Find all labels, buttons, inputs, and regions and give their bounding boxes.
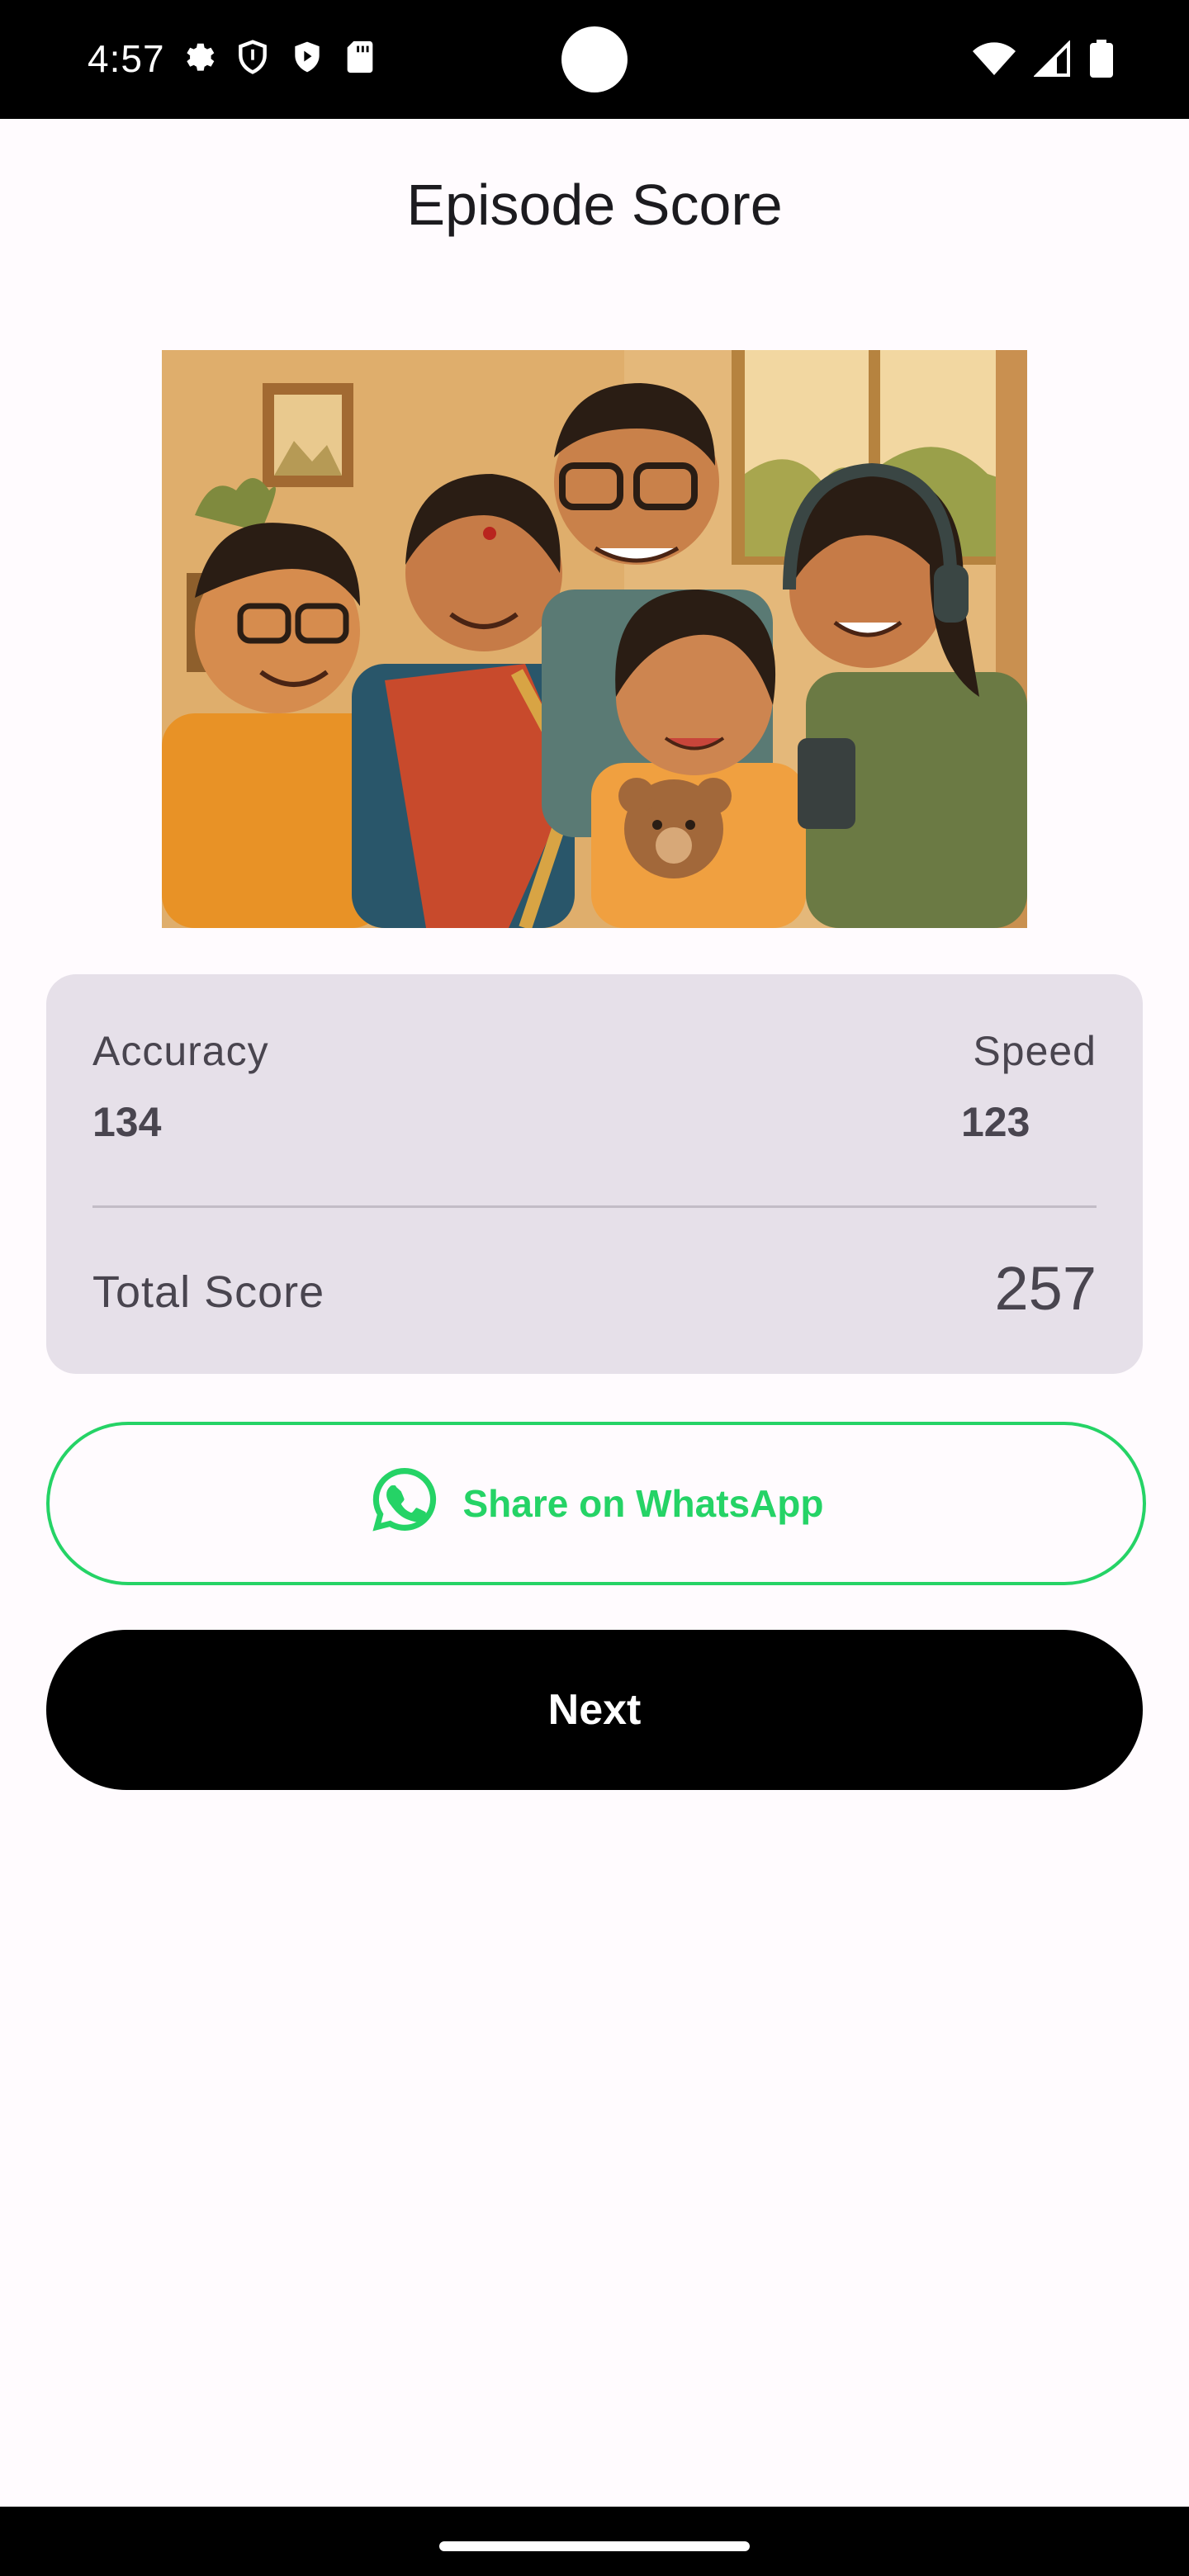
sd-card-icon xyxy=(343,38,377,76)
status-bar: 4:57 xyxy=(0,0,1189,119)
wifi-icon xyxy=(973,40,1016,81)
accuracy-value: 134 xyxy=(92,1099,162,1145)
page-title: Episode Score xyxy=(406,173,783,237)
speed-label: Speed xyxy=(973,1028,1097,1074)
accuracy-label: Accuracy xyxy=(92,1028,269,1074)
share-whatsapp-button[interactable]: Share on WhatsApp xyxy=(46,1422,1146,1585)
camera-cutout xyxy=(561,26,628,92)
next-button[interactable]: Next xyxy=(46,1630,1143,1790)
navigation-bar xyxy=(0,2507,1189,2576)
gear-icon xyxy=(178,38,216,76)
status-icons-left xyxy=(178,38,377,76)
speed-value: 123 xyxy=(961,1099,1030,1145)
shield-icon xyxy=(234,38,271,76)
battery-icon xyxy=(1090,40,1113,82)
status-time: 4:57 xyxy=(88,37,165,80)
score-card: Accuracy 134 Speed 123 Total Score 257 xyxy=(46,974,1143,1374)
home-gesture-handle[interactable] xyxy=(439,2541,750,2551)
total-score-value: 257 xyxy=(994,1254,1097,1323)
signal-icon xyxy=(1033,40,1072,81)
whatsapp-icon xyxy=(368,1463,441,1545)
share-whatsapp-label: Share on WhatsApp xyxy=(462,1482,824,1525)
total-score-label: Total Score xyxy=(92,1267,325,1317)
family-illustration xyxy=(162,350,1027,928)
card-divider xyxy=(92,1205,1097,1208)
status-icons-right xyxy=(973,40,1113,82)
play-shield-icon xyxy=(289,38,325,76)
